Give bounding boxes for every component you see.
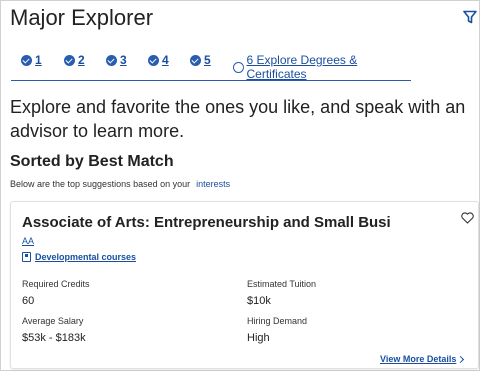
checkmark-icon [190, 54, 201, 66]
required-credits-label: Required Credits [22, 279, 90, 289]
program-code-link[interactable]: AA [22, 236, 34, 246]
chevron-right-icon [457, 355, 465, 363]
book-icon [22, 252, 31, 262]
page-title: Major Explorer [10, 5, 154, 30]
average-salary-value: $53k - $183k [22, 332, 86, 344]
checkmark-icon [64, 54, 75, 66]
developmental-courses-link[interactable]: Developmental courses [22, 252, 136, 262]
step-5-label: 5 [204, 53, 211, 67]
sort-subtext-label: Below are the top suggestions based on y… [10, 179, 191, 189]
average-salary-label: Average Salary [22, 316, 84, 326]
filter-icon[interactable] [463, 10, 477, 24]
major-explorer-panel: Major Explorer 1 2 3 4 5 6 Explore Degre… [0, 0, 480, 371]
progress-steps: 1 2 3 4 5 6 Explore Degrees & Certificat… [11, 51, 411, 81]
step-3-link[interactable]: 3 [106, 53, 127, 67]
view-more-details-link[interactable]: View More Details [380, 354, 465, 364]
step-4-label: 4 [162, 53, 169, 67]
step-2-link[interactable]: 2 [64, 53, 85, 67]
step-1-label: 1 [35, 53, 42, 67]
estimated-tuition-value: $10k [247, 295, 271, 307]
sort-subtext: Below are the top suggestions based on y… [10, 179, 230, 189]
step-3-label: 3 [120, 53, 127, 67]
hiring-demand-value: High [247, 332, 270, 344]
step-1-link[interactable]: 1 [21, 53, 42, 67]
step-6-link[interactable]: 6 Explore Degrees & Certificates [233, 53, 411, 81]
program-card: Associate of Arts: Entrepreneurship and … [10, 201, 479, 369]
view-more-details-label: View More Details [380, 354, 457, 364]
estimated-tuition-label: Estimated Tuition [247, 279, 317, 289]
developmental-courses-label: Developmental courses [35, 252, 137, 262]
step-2-label: 2 [78, 53, 85, 67]
heart-icon[interactable] [461, 212, 474, 224]
checkmark-icon [106, 54, 117, 66]
interests-link[interactable]: interests [196, 179, 230, 189]
hiring-demand-label: Hiring Demand [247, 316, 308, 326]
required-credits-value: 60 [22, 295, 35, 307]
step-6-label: 6 Explore Degrees & Certificates [246, 53, 358, 81]
program-title: Associate of Arts: Entrepreneurship and … [22, 214, 391, 231]
step-5-link[interactable]: 5 [190, 53, 211, 67]
step-4-link[interactable]: 4 [148, 53, 169, 67]
sort-heading: Sorted by Best Match [10, 153, 174, 170]
checkmark-icon [21, 54, 32, 66]
checkmark-icon [148, 54, 159, 66]
circle-icon [233, 61, 244, 73]
intro-text: Explore and favorite the ones you like, … [10, 97, 466, 141]
